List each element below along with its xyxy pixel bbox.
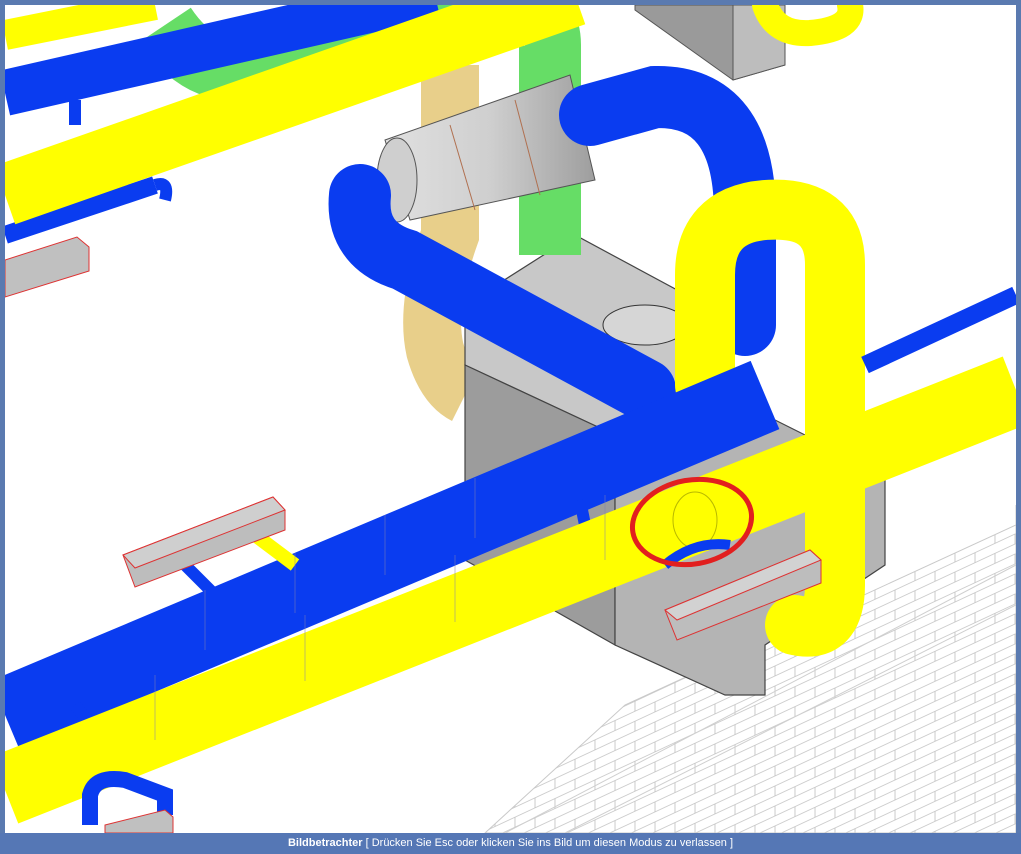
status-mode-title: Bildbetrachter bbox=[287, 837, 363, 849]
hanger-bracket-left-top bbox=[5, 236, 90, 298]
return-pipe-top-loop bbox=[752, 5, 864, 47]
supply-branch-right bbox=[861, 286, 1016, 374]
status-hint: [ Drücken Sie Esc oder klicken Sie ins B… bbox=[365, 837, 734, 849]
viewer-canvas[interactable] bbox=[5, 5, 1016, 833]
image-viewer-window: Bildbetrachter [ Drücken Sie Esc oder kl… bbox=[0, 0, 1021, 854]
return-pipe-top-2 bbox=[5, 5, 158, 50]
hanger-bracket-bottom bbox=[104, 809, 174, 833]
status-bar[interactable]: Bildbetrachter [ Drücken Sie Esc oder kl… bbox=[0, 833, 1021, 854]
